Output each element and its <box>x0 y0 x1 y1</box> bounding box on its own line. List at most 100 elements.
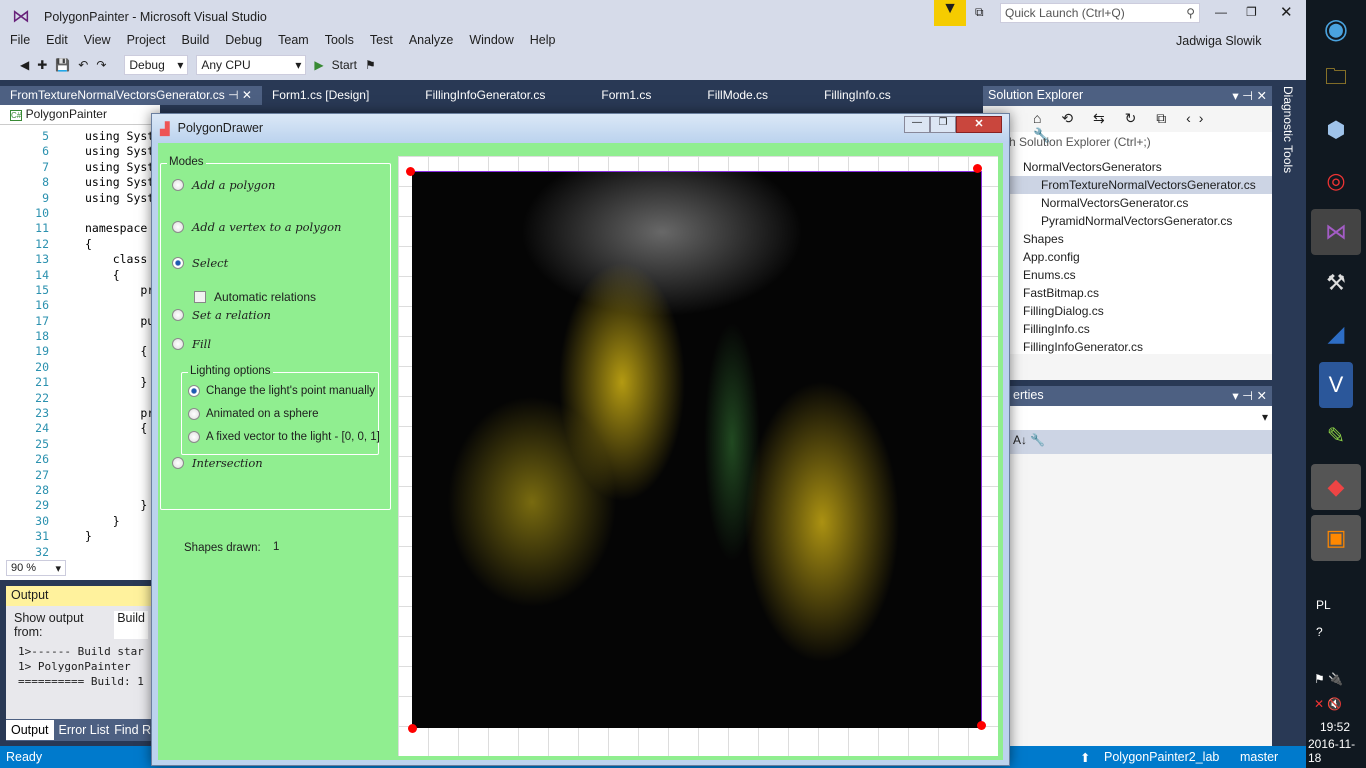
tree-item[interactable]: PyramidNormalVectorsGenerator.cs <box>983 212 1272 230</box>
menu-view[interactable]: View <box>84 33 111 47</box>
tree-item[interactable]: App.config <box>983 248 1272 266</box>
code-line[interactable]: 22 <box>0 391 160 406</box>
platform-select[interactable]: Any CPU ▾ <box>196 55 307 75</box>
code-line[interactable]: 18 <box>0 329 160 344</box>
menu-file[interactable]: File <box>10 33 30 47</box>
code-line[interactable]: 17 pu <box>0 314 160 329</box>
maximize-button[interactable]: ❐ <box>1246 5 1257 19</box>
code-line[interactable]: 19 { <box>0 344 160 359</box>
solution-explorer-toolbar[interactable]: ⌂ ⟲ ⇆ ↻ ⧉ ‹› 🔧 <box>983 106 1272 143</box>
menu-project[interactable]: Project <box>127 33 166 47</box>
zoom-select[interactable]: 90 % ▾ <box>6 560 66 576</box>
code-line[interactable]: 24 { <box>0 421 160 436</box>
close-button[interactable]: ✕ <box>1280 3 1293 21</box>
mode-radio[interactable]: Select <box>172 256 228 270</box>
minimize-button[interactable]: — <box>1215 5 1227 19</box>
clock-date[interactable]: 2016-11-18 <box>1308 737 1366 765</box>
code-line[interactable]: 15 pr <box>0 283 160 298</box>
quick-launch-input[interactable]: Quick Launch (Ctrl+Q) ⚲ <box>1000 3 1200 23</box>
tree-item[interactable]: Enums.cs <box>983 266 1272 284</box>
mode-radio[interactable]: Add a polygon <box>172 178 275 192</box>
code-line[interactable]: 28 <box>0 483 160 498</box>
tab-find-results[interactable]: Find R <box>114 723 151 737</box>
polygon-vertex[interactable] <box>406 167 415 176</box>
tree-item[interactable]: NormalVectorsGenerator.cs <box>983 194 1272 212</box>
save-icon[interactable]: 💾 <box>55 58 70 72</box>
panel-controls[interactable]: ▾ ⊣ ✕ <box>1232 388 1267 404</box>
code-line[interactable]: 9 using Syst <box>0 191 160 206</box>
tab-form1[interactable]: Form1.cs <box>591 86 661 105</box>
notepad-plus-icon[interactable]: ✎ <box>1311 413 1361 459</box>
code-line[interactable]: 23 pr <box>0 406 160 421</box>
code-line[interactable]: 29 } <box>0 498 160 513</box>
tab-fillinginfo[interactable]: FillingInfo.cs <box>814 86 901 105</box>
menu-debug[interactable]: Debug <box>225 33 262 47</box>
code-line[interactable]: 27 <box>0 468 160 483</box>
tree-item[interactable]: NormalVectorsGenerators <box>983 158 1272 176</box>
tab-error-list[interactable]: Error List <box>54 723 115 737</box>
status-branch[interactable]: master <box>1240 750 1278 764</box>
start-orb-icon[interactable]: ◉ <box>1311 5 1361 51</box>
code-line[interactable]: 21 } <box>0 375 160 390</box>
code-line[interactable]: 14 { <box>0 268 160 283</box>
code-line[interactable]: 8 using Syst <box>0 175 160 190</box>
menu-tools[interactable]: Tools <box>325 33 354 47</box>
polygon-vertex[interactable] <box>973 164 982 173</box>
clock-time[interactable]: 19:52 <box>1320 720 1350 734</box>
code-line[interactable]: 7 using Syst <box>0 160 160 175</box>
virtualbox-icon[interactable]: ⬢ <box>1311 107 1361 153</box>
mode-radio[interactable]: Intersection <box>172 456 263 470</box>
language-indicator[interactable]: PL <box>1316 598 1331 612</box>
menu-help[interactable]: Help <box>530 33 556 47</box>
tab-fromtexture[interactable]: FromTextureNormalVectorsGenerator.cs ⊣ ✕ <box>0 86 262 105</box>
menu-test[interactable]: Test <box>370 33 393 47</box>
tree-item[interactable]: FillingDialog.cs <box>983 302 1272 320</box>
network-icon[interactable]: ✕ 🔇 <box>1314 697 1342 711</box>
project-navigation-combo[interactable]: C# PolygonPainter <box>0 105 160 125</box>
git-icon[interactable]: ◆ <box>1311 464 1361 510</box>
code-line[interactable]: 30 } <box>0 514 160 529</box>
start-button[interactable]: Start <box>332 58 357 72</box>
code-line[interactable]: 32 <box>0 545 160 560</box>
tools-icon[interactable]: ⚒ <box>1311 260 1361 306</box>
code-line[interactable]: 11 namespace <box>0 221 160 236</box>
automatic-relations-checkbox[interactable]: Automatic relations <box>194 290 316 304</box>
diagnostic-tools-tab[interactable]: Diagnostic Tools <box>1273 86 1306 746</box>
lighting-radio[interactable]: Animated on a sphere <box>188 408 319 420</box>
drawing-canvas[interactable] <box>398 156 998 756</box>
polygon-vertex[interactable] <box>977 721 986 730</box>
explorer-icon[interactable]: 🗀 <box>1311 56 1361 102</box>
tab-form1-design[interactable]: Form1.cs [Design] <box>262 86 379 105</box>
configuration-select[interactable]: Debug ▾ <box>124 55 189 75</box>
textured-polygon[interactable] <box>412 171 982 728</box>
undo-icon[interactable]: ↶ <box>78 58 88 72</box>
visio-icon[interactable]: V <box>1319 362 1353 408</box>
menu-team[interactable]: Team <box>278 33 309 47</box>
drawer-minimize-button[interactable]: — <box>904 116 930 133</box>
menu-window[interactable]: Window <box>469 33 513 47</box>
code-line[interactable]: 13 class <box>0 252 160 267</box>
drawer-maximize-button[interactable]: ❐ <box>930 116 956 133</box>
flag-icon[interactable]: ⚑ 🔌 <box>1314 672 1343 686</box>
code-line[interactable]: 10 <box>0 206 160 221</box>
menu-edit[interactable]: Edit <box>46 33 68 47</box>
redo-icon[interactable]: ↷ <box>96 58 106 72</box>
chrome-icon[interactable]: ◎ <box>1311 158 1361 204</box>
code-line[interactable]: 16 <box>0 298 160 313</box>
visual-studio-icon[interactable]: ⋈ <box>1311 209 1361 255</box>
mode-radio[interactable]: Fill <box>172 337 211 351</box>
panel-controls[interactable]: ▾ ⊣ ✕ <box>1232 88 1267 104</box>
code-editor[interactable]: C# PolygonPainter 5 using Syst 6 using Syst… <box>0 105 160 580</box>
output-source-select[interactable]: Build <box>114 611 148 639</box>
lighting-radio[interactable]: Change the light's point manually <box>188 385 375 397</box>
tab-fillmode[interactable]: FillMode.cs <box>697 86 778 105</box>
tree-item-selected[interactable]: FromTextureNormalVectorsGenerator.cs <box>983 176 1272 194</box>
notification-flag-icon[interactable]: ▼ <box>934 0 966 26</box>
code-line[interactable]: 26 <box>0 452 160 467</box>
lighting-radio[interactable]: A fixed vector to the light - [0, 0, 1] <box>188 431 380 443</box>
mode-radio[interactable]: Set a relation <box>172 308 271 322</box>
tree-item[interactable]: FastBitmap.cs <box>983 284 1272 302</box>
tab-output[interactable]: Output <box>6 720 54 740</box>
code-line[interactable]: 25 <box>0 437 160 452</box>
tree-item[interactable]: FillingInfoGenerator.cs <box>983 338 1272 356</box>
